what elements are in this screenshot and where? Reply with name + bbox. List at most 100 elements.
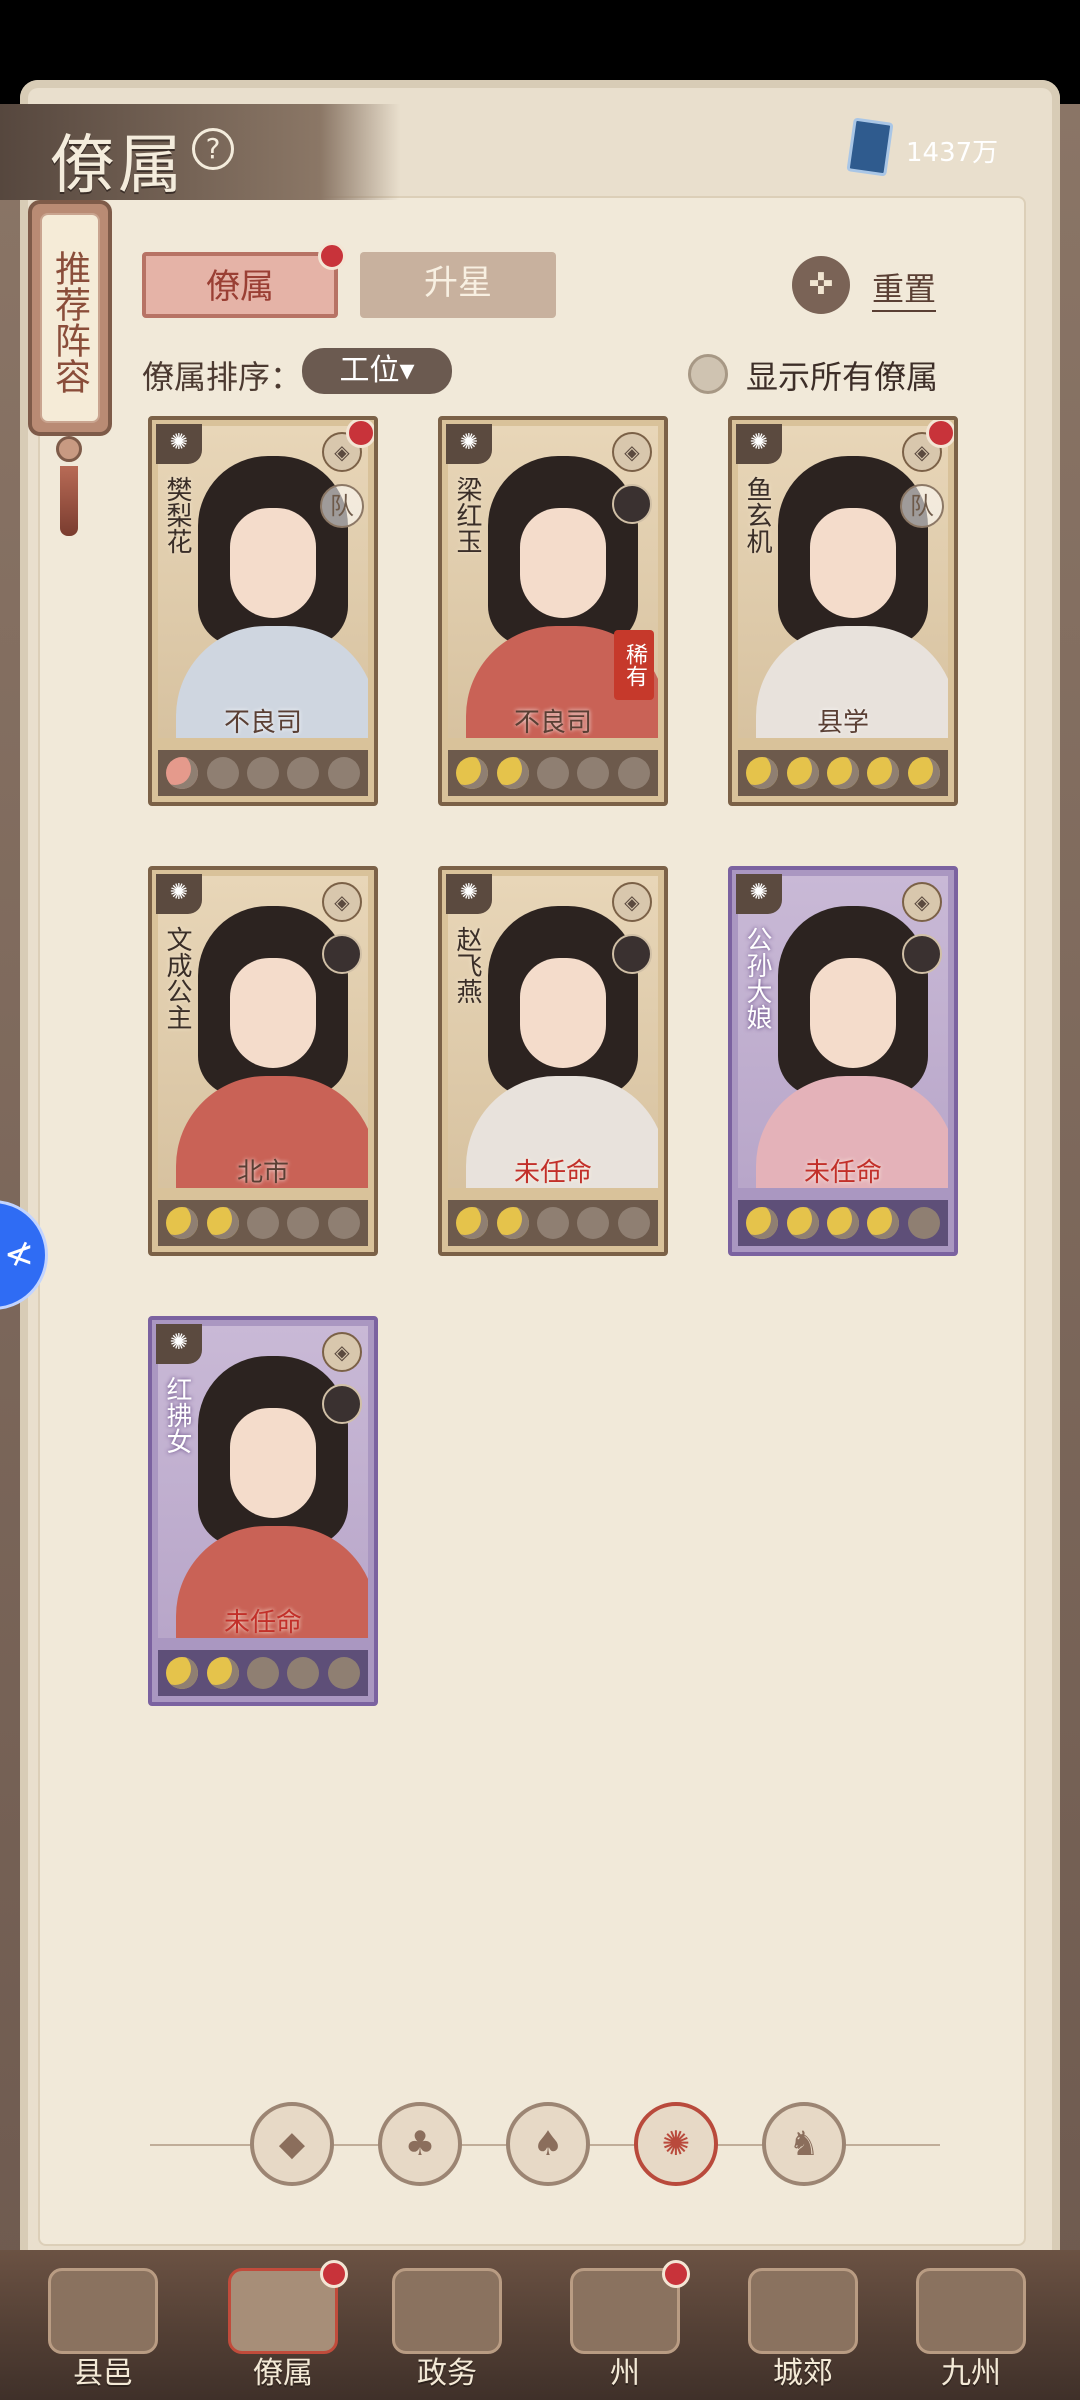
partner-avatar — [612, 934, 652, 974]
character-name: 樊梨花 — [162, 476, 192, 554]
fan-icon: ✺ — [736, 874, 782, 914]
subordinate-card[interactable]: ✺ ◈ 梁红玉 不良司 稀有 — [438, 416, 668, 806]
lion-filter-icon[interactable]: ♞ — [762, 2102, 846, 2186]
character-name: 文成公主 — [162, 926, 192, 1030]
nav-suburbs-icon — [748, 2268, 858, 2354]
category-filter-bar: ◆ ♣ ♠ ✺ ♞ — [150, 2102, 940, 2188]
character-name: 赵飞燕 — [452, 926, 482, 1004]
moon-star-icon — [287, 1207, 320, 1239]
partner-avatar — [322, 934, 362, 974]
notification-dot — [318, 242, 346, 270]
nav-label: 州 — [610, 2356, 640, 2391]
nav-county[interactable]: 县邑 — [28, 2268, 178, 2394]
nav-prefecture[interactable]: 州 — [550, 2260, 700, 2394]
character-name: 鱼玄机 — [742, 476, 772, 554]
fan-filter-icon[interactable]: ✺ — [634, 2102, 718, 2186]
moon-star-icon — [867, 1207, 900, 1239]
fan-icon: ✺ — [446, 424, 492, 464]
subordinate-card[interactable]: ✺ ◈ 赵飞燕 未任命 — [438, 866, 668, 1256]
subordinate-card[interactable]: ✺ ◈ 樊梨花 不良司 队 — [148, 416, 378, 806]
sort-label: 僚属排序： — [142, 358, 303, 396]
tab-bar: 僚属 升星 ✜ 重置 — [142, 242, 992, 318]
subordinate-card[interactable]: ✺ ◈ 鱼玄机 县学 队 — [728, 416, 958, 806]
notification-dot — [320, 2260, 348, 2288]
nav-label: 政务 — [417, 2356, 477, 2391]
sword-icon: ◈ — [902, 882, 942, 922]
team-badge: 队 — [900, 484, 944, 528]
moon-star-icon — [496, 1207, 529, 1239]
star-rating — [448, 750, 658, 796]
nav-label: 城郊 — [773, 2356, 833, 2391]
character-portrait — [158, 876, 368, 1188]
subordinate-card[interactable]: ✺ ◈ 文成公主 北市 — [148, 866, 378, 1256]
tassel-decoration — [56, 436, 82, 546]
moon-star-icon — [246, 757, 279, 789]
currency-value: 1437万 — [906, 138, 999, 168]
moon-star-icon — [786, 757, 819, 789]
help-icon[interactable]: ? — [192, 128, 234, 170]
nav-suburbs[interactable]: 城郊 — [728, 2268, 878, 2394]
subordinate-card[interactable]: ✺ ◈ 红拂女 未任命 — [148, 1316, 378, 1706]
star-rating — [158, 1650, 368, 1696]
character-name: 梁红玉 — [452, 476, 482, 554]
nav-affairs-icon — [392, 2268, 502, 2354]
notification-dot — [926, 420, 954, 448]
partner-avatar — [902, 934, 942, 974]
currency-display: 1437万 — [846, 117, 1050, 177]
character-portrait — [738, 876, 948, 1188]
character-name: 红拂女 — [162, 1376, 192, 1454]
moon-star-icon — [206, 757, 239, 789]
moon-star-icon — [166, 1657, 199, 1689]
card-post: 未任命 — [803, 1158, 882, 1188]
coin-icon: ◈ — [322, 882, 362, 922]
nav-affairs[interactable]: 政务 — [372, 2268, 522, 2394]
moon-star-icon — [327, 757, 360, 789]
moon-star-icon — [327, 1207, 360, 1239]
subordinate-card[interactable]: ✺ ◈ 公孙大娘 未任命 — [728, 866, 958, 1256]
notification-dot — [346, 420, 374, 448]
card-post: 不良司 — [223, 708, 302, 738]
moon-star-icon — [287, 1657, 320, 1689]
moon-star-icon — [786, 1207, 819, 1239]
star-rating — [738, 750, 948, 796]
reset-label: 重置 — [872, 264, 937, 312]
star-rating — [738, 1200, 948, 1246]
diamond-filter-icon[interactable]: ◆ — [250, 2102, 334, 2186]
moon-star-icon — [826, 1207, 859, 1239]
notification-dot — [662, 2260, 690, 2288]
fan-icon: ✺ — [156, 424, 202, 464]
nav-label: 僚属 — [253, 2356, 313, 2391]
nav-nine-provinces-icon — [916, 2268, 1026, 2354]
moon-star-icon — [206, 1207, 239, 1239]
moon-star-icon — [907, 757, 940, 789]
moon-star-icon — [746, 1207, 779, 1239]
partner-avatar — [322, 1384, 362, 1424]
card-post: 未任命 — [223, 1608, 302, 1638]
moon-star-icon — [246, 1207, 279, 1239]
show-all-toggle[interactable] — [688, 354, 728, 394]
sword-icon: ◈ — [612, 882, 652, 922]
bell-filter-icon[interactable]: ♣ — [378, 2102, 462, 2186]
star-rating — [158, 1200, 368, 1246]
tab-upgrade-star[interactable]: 升星 — [360, 252, 556, 318]
reset-button[interactable]: ✜ 重置 — [792, 252, 992, 318]
star-rating — [448, 1200, 658, 1246]
nav-nine-provinces[interactable]: 九州 — [896, 2268, 1046, 2394]
nav-subordinates[interactable]: 僚属 — [208, 2260, 358, 2394]
moon-star-icon — [456, 757, 489, 789]
recommended-lineup-tag[interactable]: 推荐阵容 — [28, 200, 112, 436]
fan-icon: ✺ — [156, 874, 202, 914]
recommended-lineup-label: 推荐阵容 — [40, 213, 100, 423]
shield-icon: ◈ — [612, 432, 652, 472]
tab-subordinates[interactable]: 僚属 — [142, 252, 338, 318]
character-portrait — [448, 876, 658, 1188]
moon-star-icon — [826, 757, 859, 789]
card-post: 不良司 — [513, 708, 592, 738]
sort-dropdown[interactable]: 工位▾ — [302, 348, 452, 394]
moon-star-icon — [617, 757, 650, 789]
gourd-filter-icon[interactable]: ♠ — [506, 2102, 590, 2186]
card-post: 未任命 — [513, 1158, 592, 1188]
fan-icon: ✺ — [736, 424, 782, 464]
card-post: 县学 — [816, 708, 869, 738]
character-portrait — [158, 426, 368, 738]
